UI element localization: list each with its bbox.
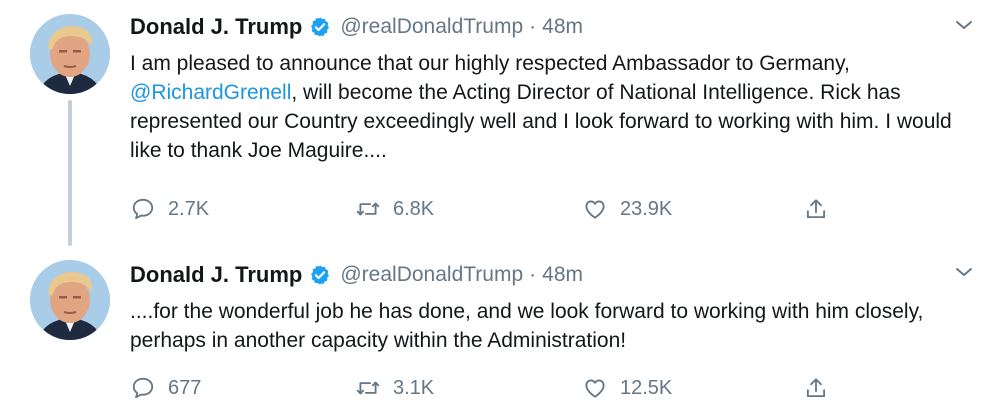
reply-icon — [132, 198, 154, 220]
timestamp[interactable]: 48m — [542, 15, 583, 39]
tweet-text-part: I am pleased to announce that our highly… — [130, 52, 850, 75]
display-name[interactable]: Donald J. Trump — [130, 262, 302, 288]
share-button[interactable] — [803, 372, 829, 404]
separator-dot: · — [529, 263, 537, 286]
tweet-actions: 2.7K 6.8K 23.9K — [130, 193, 850, 225]
reply-count: 2.7K — [168, 197, 210, 220]
separator-dot: · — [529, 15, 537, 38]
tweet-text: ....for the wonderful job he has done, a… — [130, 300, 924, 352]
retweet-button[interactable]: 3.1K — [355, 372, 434, 404]
avatar[interactable] — [30, 260, 110, 340]
tweet-actions: 677 3.1K 12.5K — [130, 372, 850, 404]
tweet-header: Donald J. Trump @realDonaldTrump · 48m — [130, 260, 583, 290]
mention-link[interactable]: @RichardGrenell — [130, 81, 291, 104]
like-icon — [585, 200, 605, 219]
verified-badge-icon — [309, 16, 331, 38]
like-button[interactable]: 23.9K — [582, 193, 672, 225]
share-icon — [806, 199, 826, 219]
user-handle[interactable]: @realDonaldTrump — [340, 263, 523, 287]
thread-connector-line — [68, 100, 72, 246]
tweet-header: Donald J. Trump @realDonaldTrump · 48m — [130, 12, 583, 42]
retweet-count: 6.8K — [393, 197, 435, 220]
reply-count: 677 — [168, 376, 202, 399]
tweet[interactable]: Donald J. Trump @realDonaldTrump · 48m .… — [0, 244, 1000, 409]
reply-icon — [132, 377, 154, 399]
retweet-count: 3.1K — [393, 376, 435, 399]
like-button[interactable]: 12.5K — [582, 372, 672, 404]
tweet[interactable]: Donald J. Trump @realDonaldTrump · 48m I… — [0, 0, 1000, 246]
retweet-icon — [356, 202, 380, 216]
chevron-down-icon[interactable] — [952, 260, 976, 284]
verified-badge-icon — [309, 264, 331, 286]
tweet-thread: Donald J. Trump @realDonaldTrump · 48m I… — [0, 0, 1000, 409]
like-icon — [585, 379, 605, 398]
like-count: 23.9K — [620, 197, 673, 220]
chevron-down-icon[interactable] — [952, 13, 976, 37]
user-handle[interactable]: @realDonaldTrump — [340, 15, 523, 39]
retweet-button[interactable]: 6.8K — [355, 193, 434, 225]
tweet-text: I am pleased to announce that our highly… — [130, 49, 980, 165]
timestamp[interactable]: 48m — [542, 263, 583, 287]
retweet-icon — [356, 381, 380, 395]
share-button[interactable] — [803, 193, 829, 225]
reply-button[interactable]: 2.7K — [130, 193, 209, 225]
avatar[interactable] — [30, 14, 110, 94]
display-name[interactable]: Donald J. Trump — [130, 14, 302, 40]
like-count: 12.5K — [620, 376, 673, 399]
reply-button[interactable]: 677 — [130, 372, 201, 404]
share-icon — [806, 378, 826, 398]
